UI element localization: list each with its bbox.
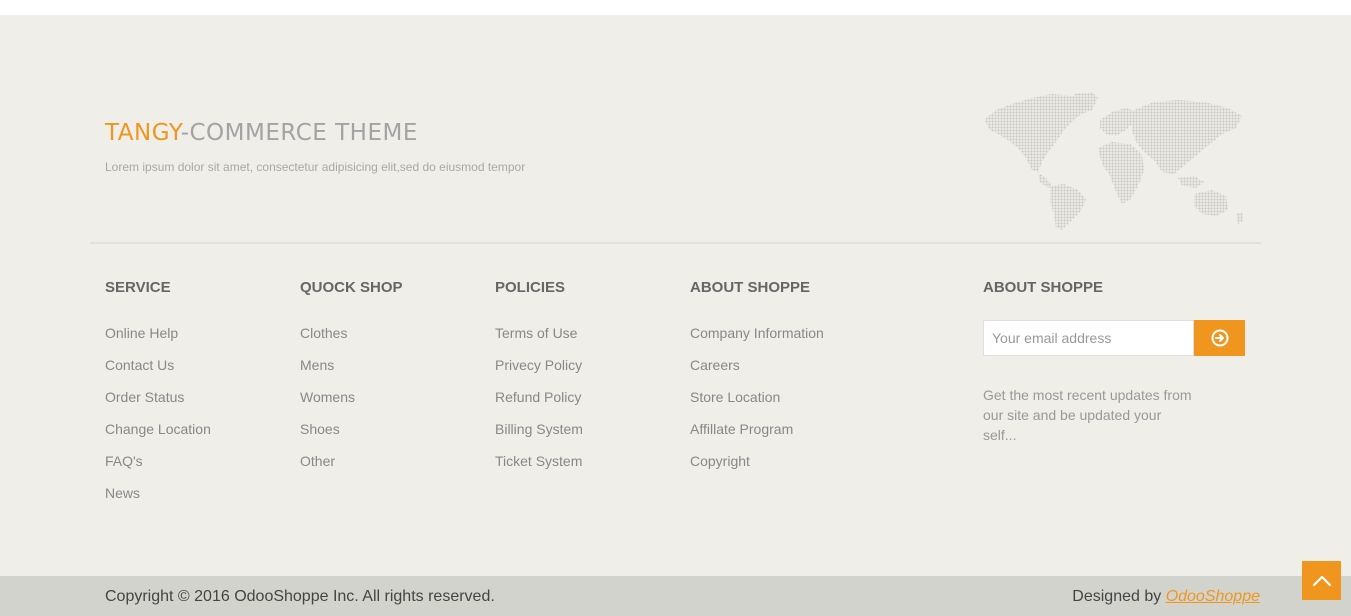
footer-link-company-information[interactable]: Company Information xyxy=(690,325,824,341)
designer-link[interactable]: OdooShoppe xyxy=(1166,588,1260,605)
footer-link-news[interactable]: News xyxy=(105,485,140,501)
chevron-up-icon xyxy=(1312,575,1331,586)
footer-link-billing-system[interactable]: Billing System xyxy=(495,421,583,437)
subscribe-button[interactable] xyxy=(1194,320,1245,356)
scroll-to-top-button[interactable] xyxy=(1302,561,1341,600)
footer-link-shoes[interactable]: Shoes xyxy=(300,421,340,437)
brand-tagline: Lorem ipsum dolor sit amet, consectetur … xyxy=(105,160,526,174)
arrow-circle-right-icon xyxy=(1211,329,1228,347)
footer-link-change-location[interactable]: Change Location xyxy=(105,421,211,437)
footer-link-careers[interactable]: Careers xyxy=(690,357,740,373)
brand-title-accent: TANGY xyxy=(105,120,181,146)
column-heading: POLICIES xyxy=(495,279,566,296)
footer-link-other[interactable]: Other xyxy=(300,453,335,469)
footer-link-contact-us[interactable]: Contact Us xyxy=(105,357,174,373)
footer-link-store-location[interactable]: Store Location xyxy=(690,389,780,405)
email-input[interactable] xyxy=(983,320,1194,356)
footer-link-affiliate-program[interactable]: Affillate Program xyxy=(690,421,793,437)
footer-link-copyright[interactable]: Copyright xyxy=(690,453,750,469)
footer-link-online-help[interactable]: Online Help xyxy=(105,325,178,341)
footer-column-quick-shop: QUOCK SHOP Clothes Mens Womens Shoes Oth… xyxy=(300,279,403,485)
copyright-text: Copyright © 2016 OdooShoppe Inc. All rig… xyxy=(105,588,495,605)
footer-link-mens[interactable]: Mens xyxy=(300,357,334,373)
top-strip xyxy=(0,0,1351,15)
world-map-icon xyxy=(984,92,1244,230)
designed-by: Designed by OdooShoppe xyxy=(1072,588,1260,606)
designed-by-prefix: Designed by xyxy=(1072,588,1166,605)
footer-column-policies: POLICIES Terms of Use Privecy Policy Ref… xyxy=(495,279,583,485)
newsletter-form xyxy=(983,320,1245,356)
brand-block: TANGY-COMMERCE THEME Lorem ipsum dolor s… xyxy=(105,118,525,174)
footer-link-clothes[interactable]: Clothes xyxy=(300,325,347,341)
footer-link-ticket-system[interactable]: Ticket System xyxy=(495,453,582,469)
footer-link-terms-of-use[interactable]: Terms of Use xyxy=(495,325,577,341)
footer-link-refund-policy[interactable]: Refund Policy xyxy=(495,389,581,405)
footer-link-faqs[interactable]: FAQ's xyxy=(105,453,143,469)
brand-title: TANGY-COMMERCE THEME xyxy=(105,118,525,148)
column-heading: SERVICE xyxy=(105,279,171,296)
divider xyxy=(90,242,1261,244)
column-heading: ABOUT SHOPPE xyxy=(690,279,811,296)
footer-link-privacy-policy[interactable]: Privecy Policy xyxy=(495,357,582,373)
newsletter-heading: ABOUT SHOPPE xyxy=(983,279,1104,296)
newsletter-block: ABOUT SHOPPE Get the most recent updates… xyxy=(983,279,1245,445)
brand-title-rest: -COMMERCE THEME xyxy=(180,120,418,146)
footer-link-womens[interactable]: Womens xyxy=(300,389,355,405)
bottom-bar: Copyright © 2016 OdooShoppe Inc. All rig… xyxy=(0,576,1351,616)
newsletter-description: Get the most recent updates from our sit… xyxy=(983,387,1192,443)
column-heading: QUOCK SHOP xyxy=(300,279,403,296)
footer-link-order-status[interactable]: Order Status xyxy=(105,389,184,405)
footer-column-service: SERVICE Online Help Contact Us Order Sta… xyxy=(105,279,211,517)
footer-column-about: ABOUT SHOPPE Company Information Careers… xyxy=(690,279,824,485)
